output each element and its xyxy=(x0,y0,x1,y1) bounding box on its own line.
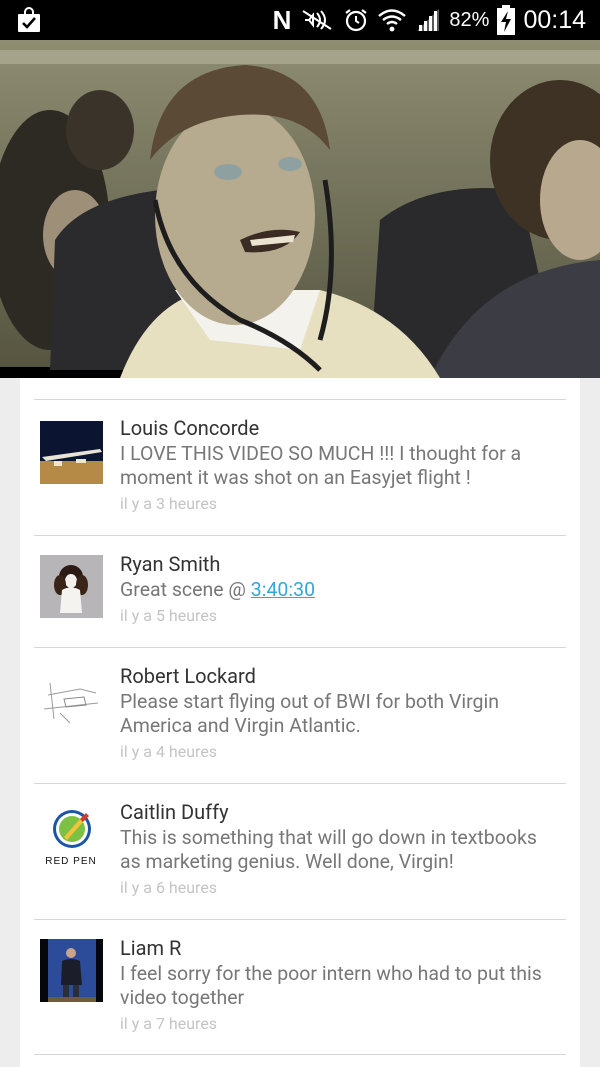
comment-time: il y a 6 heures xyxy=(120,878,218,897)
comment-text-prefix: Great scene @ xyxy=(120,578,251,601)
comment-author[interactable]: Robert Lockard xyxy=(120,664,560,688)
red-pen-logo-text: RED PEN xyxy=(45,856,96,867)
red-pen-logo-icon: RED PEN xyxy=(40,805,103,868)
comment-text: I feel sorry for the poor intern who had… xyxy=(120,962,542,1009)
concorde-photo-icon xyxy=(40,421,103,484)
divider xyxy=(34,647,566,648)
bag-check-icon xyxy=(16,7,42,33)
divider xyxy=(34,783,566,784)
avatar[interactable] xyxy=(40,939,103,1002)
comment-text: This is something that will go down in t… xyxy=(120,826,537,873)
mute-icon xyxy=(302,10,332,30)
alarm-icon xyxy=(345,9,368,32)
divider xyxy=(34,399,566,400)
video-frame xyxy=(0,40,600,378)
avatar[interactable] xyxy=(40,555,103,618)
avatar[interactable] xyxy=(40,669,103,732)
timestamp-link[interactable]: 3:40:30 xyxy=(251,578,315,601)
nfc-icon: N xyxy=(272,5,292,35)
clock: 00:14 xyxy=(523,6,586,34)
comment-time: il y a 7 heures xyxy=(120,1014,218,1033)
avatar[interactable]: RED PEN xyxy=(40,805,103,868)
divider xyxy=(34,1054,566,1055)
person-photo-icon xyxy=(40,939,103,1002)
dog-photo-icon xyxy=(40,555,103,618)
divider xyxy=(34,535,566,536)
video-player[interactable] xyxy=(0,40,600,378)
battery-percent: 82% xyxy=(449,9,490,31)
divider xyxy=(34,919,566,920)
status-bar: N 82% 00:14 xyxy=(0,0,600,40)
comment-author[interactable]: Liam R xyxy=(120,936,560,960)
comment-time: il y a 3 heures xyxy=(120,494,218,513)
comment-text: I LOVE THIS VIDEO SO MUCH !!! I thought … xyxy=(120,442,522,489)
comment-time: il y a 5 heures xyxy=(120,606,218,625)
comment-time: il y a 4 heures xyxy=(120,742,218,761)
comment-text: Please start flying out of BWI for both … xyxy=(120,690,500,737)
signal-icon xyxy=(417,9,440,31)
comment-author[interactable]: Ryan Smith xyxy=(120,552,560,576)
comment-author[interactable]: Caitlin Duffy xyxy=(120,800,560,824)
comment-text: Great scene @ 3:40:30 xyxy=(120,578,560,602)
aircraft-sketch-icon xyxy=(40,669,103,732)
wifi-icon xyxy=(378,9,407,32)
avatar[interactable] xyxy=(40,421,103,484)
battery-charging-icon xyxy=(497,5,516,35)
comments-panel[interactable]: Louis Concorde I LOVE THIS VIDEO SO MUCH… xyxy=(20,378,580,1067)
comment-author[interactable]: Louis Concorde xyxy=(120,416,560,440)
